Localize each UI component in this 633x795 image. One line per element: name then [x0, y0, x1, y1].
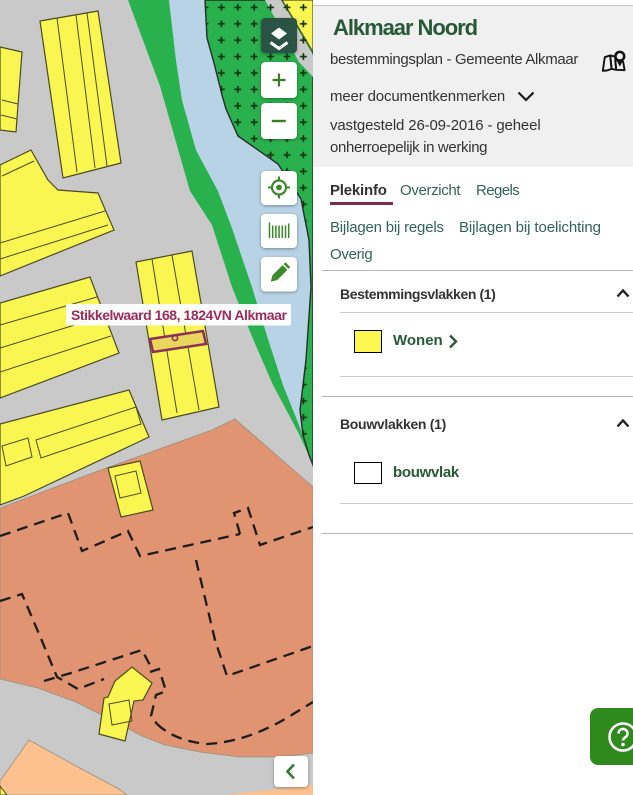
svg-text:Stikkelwaard 168, 1824VN Alkma: Stikkelwaard 168, 1824VN Alkmaar	[71, 307, 287, 323]
